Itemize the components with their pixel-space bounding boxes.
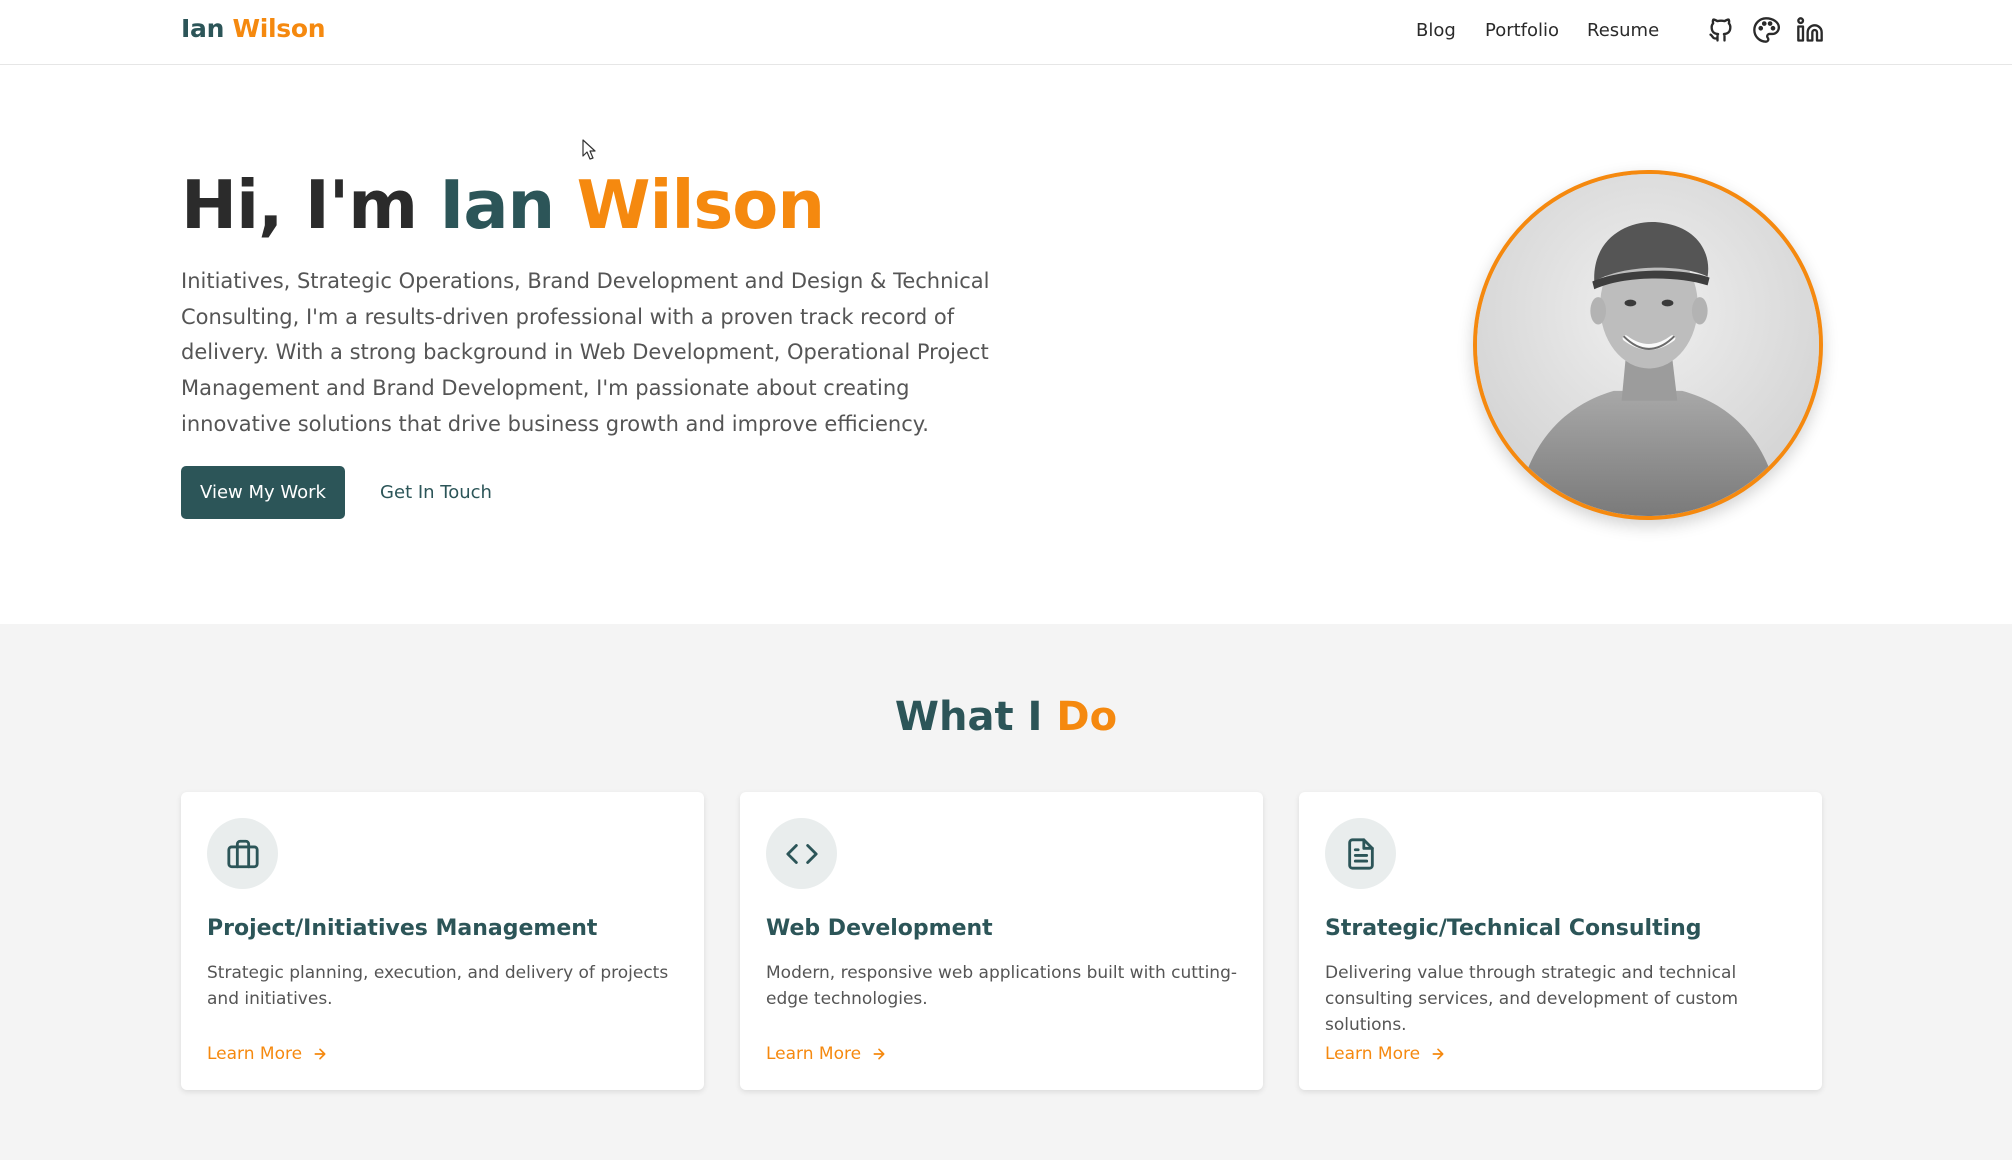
- nav-blog[interactable]: Blog: [1416, 20, 1456, 41]
- services-title-last: Do: [1056, 694, 1118, 740]
- profile-photo: [1473, 170, 1823, 520]
- learn-more-link[interactable]: Learn More: [207, 1044, 328, 1064]
- learn-more-label: Learn More: [207, 1044, 303, 1064]
- github-icon[interactable]: [1707, 16, 1735, 44]
- view-my-work-button[interactable]: View My Work: [181, 466, 345, 519]
- learn-more-label: Learn More: [766, 1044, 862, 1064]
- brand-logo[interactable]: Ian Wilson: [181, 14, 326, 43]
- page: Ian Wilson Blog Portfolio Resume Hi, I'm…: [0, 0, 2012, 1160]
- card-description: Strategic planning, execution, and deliv…: [207, 963, 669, 1009]
- card-description: Delivering value through strategic and t…: [1325, 963, 1739, 1035]
- service-card-project-management: Project/Initiatives Management Strategic…: [181, 792, 704, 1090]
- brand-first-name: Ian: [181, 14, 225, 43]
- hero-title-last-name: Wilson: [576, 166, 825, 244]
- linkedin-icon[interactable]: [1796, 16, 1824, 44]
- hero-title: Hi, I'm Ian Wilson: [181, 166, 825, 244]
- card-title: Web Development: [766, 916, 993, 941]
- learn-more-link[interactable]: Learn More: [766, 1044, 887, 1064]
- brand-last-name: Wilson: [232, 14, 326, 43]
- hero-title-first-name: Ian: [439, 166, 555, 244]
- document-icon: [1325, 818, 1396, 889]
- hero-description: Initiatives, Strategic Operations, Brand…: [181, 269, 990, 436]
- services-title: What I Do: [0, 694, 2012, 740]
- nav-portfolio[interactable]: Portfolio: [1485, 20, 1559, 41]
- services-section: What I Do Project/Initiatives Management…: [0, 624, 2012, 1160]
- site-header: Ian Wilson Blog Portfolio Resume: [0, 0, 2012, 65]
- arrow-right-icon: [873, 1048, 885, 1060]
- learn-more-label: Learn More: [1325, 1044, 1421, 1064]
- mouse-cursor-icon: [582, 139, 596, 160]
- arrow-right-icon: [314, 1048, 326, 1060]
- card-title: Strategic/Technical Consulting: [1325, 916, 1702, 941]
- nav-resume[interactable]: Resume: [1587, 20, 1659, 41]
- service-card-consulting: Strategic/Technical Consulting Deliverin…: [1299, 792, 1822, 1090]
- palette-icon[interactable]: [1752, 16, 1780, 44]
- hero-title-prefix: Hi, I'm: [181, 166, 418, 244]
- card-title: Project/Initiatives Management: [207, 916, 598, 941]
- get-in-touch-link[interactable]: Get In Touch: [374, 466, 498, 519]
- briefcase-icon: [207, 818, 278, 889]
- card-description: Modern, responsive web applications buil…: [766, 963, 1238, 1009]
- service-card-web-development: Web Development Modern, responsive web a…: [740, 792, 1263, 1090]
- learn-more-link[interactable]: Learn More: [1325, 1044, 1446, 1064]
- code-icon: [766, 818, 837, 889]
- services-title-first: What I: [894, 694, 1043, 740]
- arrow-right-icon: [1432, 1048, 1444, 1060]
